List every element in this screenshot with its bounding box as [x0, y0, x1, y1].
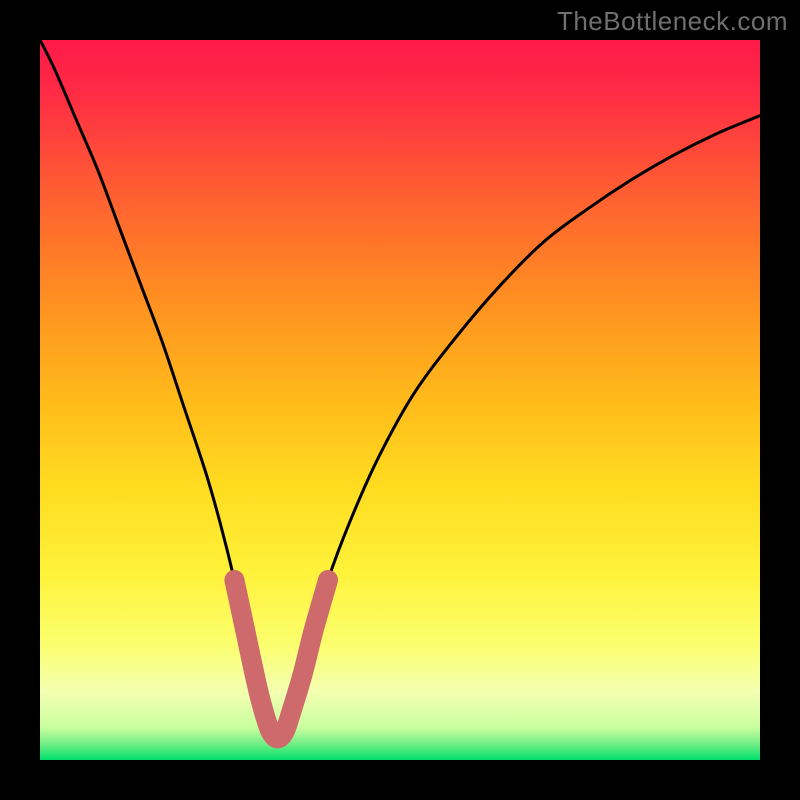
- bottleneck-chart: [40, 40, 760, 760]
- chart-frame: TheBottleneck.com: [0, 0, 800, 800]
- watermark-text: TheBottleneck.com: [557, 6, 788, 37]
- gradient-background: [40, 40, 760, 760]
